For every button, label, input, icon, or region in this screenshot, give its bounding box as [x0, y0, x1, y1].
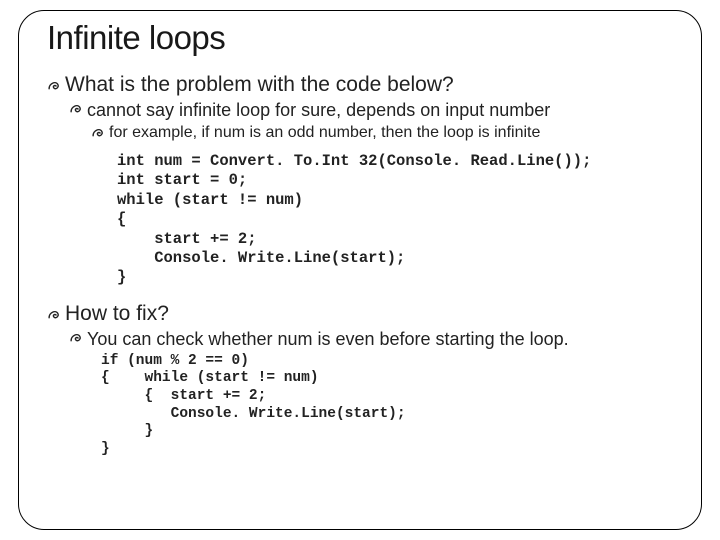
code-block-1: int num = Convert. To.Int 32(Console. Re… — [117, 152, 679, 288]
code-block-2: if (num % 2 == 0) { while (start != num)… — [101, 353, 679, 459]
slide-content: Infinite loops What is the problem with … — [19, 11, 701, 473]
bullet-text: How to fix? — [65, 302, 169, 326]
bullet-glyph-icon — [69, 331, 83, 348]
slide-title: Infinite loops — [47, 19, 679, 57]
bullet-text: You can check whether num is even before… — [87, 329, 569, 350]
slide-frame: Infinite loops What is the problem with … — [18, 10, 702, 530]
bullet-glyph-icon — [47, 76, 61, 97]
bullet-subsubpoint: for example, if num is an odd number, th… — [91, 124, 679, 142]
bullet-glyph-icon — [47, 305, 61, 326]
bullet-question: What is the problem with the code below? — [47, 73, 679, 97]
bullet-howtofix: How to fix? — [47, 302, 679, 326]
bullet-glyph-icon — [91, 126, 105, 143]
bullet-glyph-icon — [69, 102, 83, 119]
bullet-text: for example, if num is an odd number, th… — [109, 124, 540, 142]
bullet-text: cannot say infinite loop for sure, depen… — [87, 100, 550, 121]
bullet-text: What is the problem with the code below? — [65, 73, 454, 97]
bullet-fix-explanation: You can check whether num is even before… — [69, 329, 679, 350]
bullet-subpoint: cannot say infinite loop for sure, depen… — [69, 100, 679, 121]
